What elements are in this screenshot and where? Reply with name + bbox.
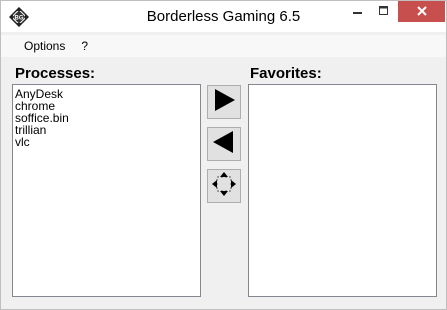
add-to-favorites-button[interactable]: [207, 85, 241, 119]
remove-from-favorites-button[interactable]: [207, 127, 241, 161]
menu-bar: Options ?: [1, 35, 446, 57]
fullscreen-arrows-icon: [211, 171, 237, 202]
title-bar[interactable]: BG Borderless Gaming 6.5: [1, 1, 446, 32]
arrow-left-icon: [211, 129, 237, 160]
minimize-button[interactable]: [345, 1, 371, 22]
process-item-trillian[interactable]: trillian: [13, 124, 200, 136]
app-window: BG Borderless Gaming 6.5 Options ? Proce…: [0, 0, 447, 310]
maximize-icon: [379, 3, 389, 21]
maximize-button[interactable]: [371, 1, 397, 22]
minimize-icon: [353, 3, 363, 21]
processes-label: Processes:: [15, 65, 96, 82]
favorites-label: Favorites:: [250, 65, 322, 82]
make-borderless-button[interactable]: [207, 169, 241, 203]
close-icon: [416, 3, 428, 21]
process-item-vlc[interactable]: vlc: [13, 136, 200, 148]
menu-help[interactable]: ?: [73, 35, 96, 57]
menu-options[interactable]: Options: [16, 35, 73, 57]
arrow-right-icon: [211, 87, 237, 118]
close-button[interactable]: [398, 1, 445, 22]
favorites-list[interactable]: [248, 84, 437, 297]
processes-list[interactable]: AnyDesk chrome soffice.bin trillian vlc: [12, 84, 201, 297]
